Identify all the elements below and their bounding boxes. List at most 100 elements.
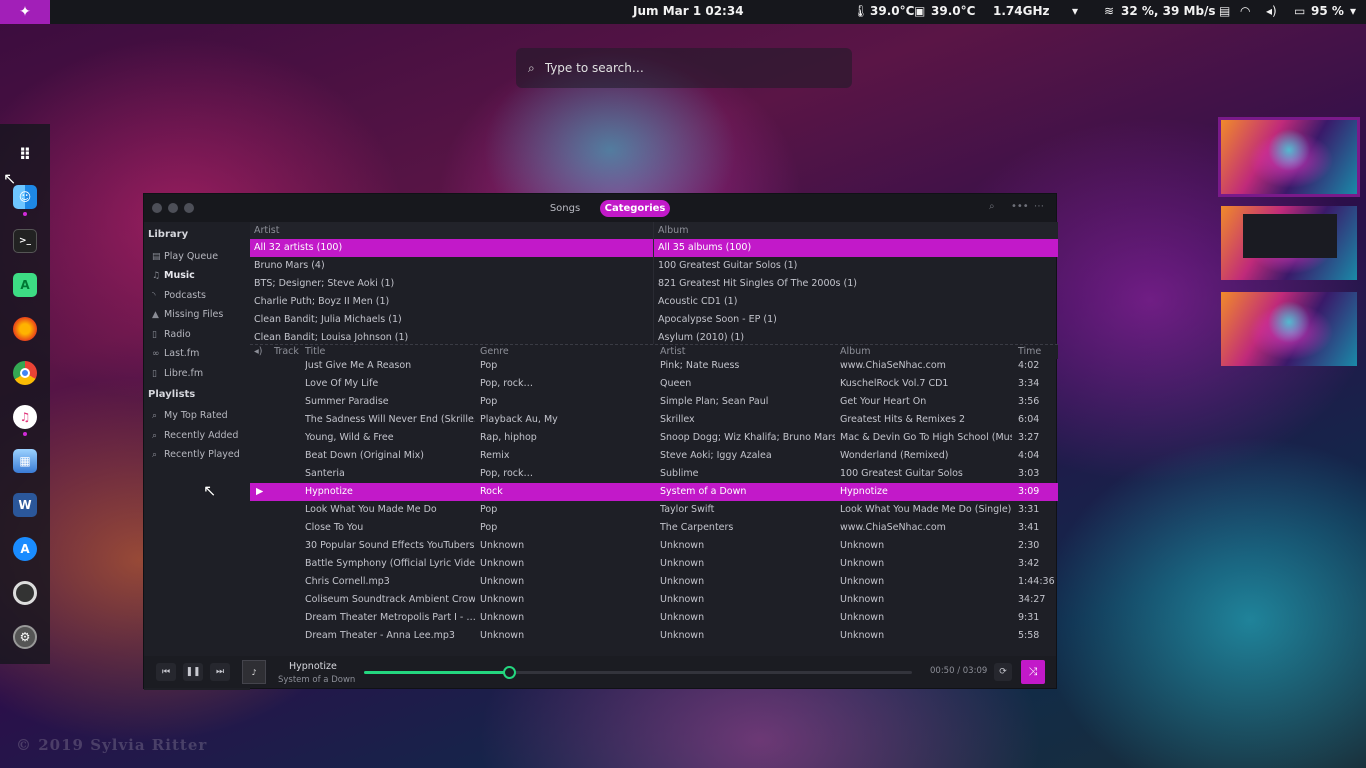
table-row[interactable]: Coliseum Soundtrack Ambient Crowd … Unkno… (250, 591, 1058, 609)
table-row[interactable]: Chris Cornell.mp3 Unknown Unknown Unknown 1:… (250, 573, 1058, 591)
word-icon[interactable]: W (13, 493, 37, 517)
list-item[interactable]: Apocalypse Soon - EP (1) (654, 311, 1058, 329)
repeat-button[interactable]: ⟳ (994, 663, 1012, 681)
clock[interactable]: Jum Mar 1 02:34 (633, 4, 744, 18)
options-icon[interactable]: ••• (1011, 201, 1029, 212)
table-row[interactable]: Young, Wild & Free Rap, hiphop Snoop Dogg;… (250, 429, 1058, 447)
column-header-genre[interactable]: Genre (480, 346, 509, 357)
android-studio-icon[interactable]: A (13, 273, 37, 297)
app-store-icon[interactable]: A (13, 537, 37, 561)
list-item[interactable]: Bruno Mars (4) (250, 257, 653, 275)
close-window-button[interactable] (152, 203, 162, 213)
search-icon: ⌕ (528, 60, 535, 75)
sidebar-item-missing-files[interactable]: ▲ Missing Files (152, 309, 223, 320)
next-track-button[interactable]: ⏭ (210, 663, 230, 681)
minimize-window-button[interactable] (168, 203, 178, 213)
sidebar-item-podcasts[interactable]: ◝ Podcasts (152, 290, 206, 301)
search-input[interactable] (544, 61, 825, 75)
chevron-down-icon[interactable]: ▾ (1350, 4, 1356, 18)
sidebar-item-lastfm[interactable]: ∞ Last.fm (152, 348, 199, 359)
track-album: Greatest Hits & Remixes 2 (840, 414, 965, 425)
search-bar[interactable]: ⌕ (516, 48, 852, 88)
maximize-window-button[interactable] (184, 203, 194, 213)
column-header-track[interactable]: Track (274, 346, 299, 357)
progress-bar[interactable] (364, 666, 912, 679)
column-header-title[interactable]: Title (305, 346, 325, 357)
list-item[interactable]: Acoustic CD1 (1) (654, 293, 1058, 311)
shuffle-button[interactable]: ⤨ (1021, 660, 1045, 684)
temperature-1[interactable]: 39.0°C (870, 4, 914, 18)
table-row[interactable]: Just Give Me A Reason Pop Pink; Nate Ruess… (250, 357, 1058, 375)
list-item[interactable]: Clean Bandit; Julia Michaels (1) (250, 311, 653, 329)
table-row[interactable]: The Sadness Will Never End (Skrille… Play… (250, 411, 1058, 429)
clipboard-icon[interactable]: ▤ (1219, 4, 1230, 18)
disk-utility-icon[interactable] (13, 581, 37, 605)
sidebar-item-recently-added[interactable]: ⌕ Recently Added (152, 430, 238, 441)
sidebar-item-my-top-rated[interactable]: ⌕ My Top Rated (152, 410, 228, 421)
table-row[interactable]: ▶ Hypnotize Rock System of a Down Hypnotize 3… (250, 483, 1058, 501)
finder-icon[interactable]: ☺ (13, 185, 37, 209)
previous-track-button[interactable]: ⏮ (156, 663, 176, 681)
table-row[interactable]: Santeria Pop, rock… Sublime 100 Greatest Gu… (250, 465, 1058, 483)
column-header-album[interactable]: Album (840, 346, 870, 357)
search-icon[interactable]: ⌕ (989, 201, 995, 212)
list-item[interactable]: 100 Greatest Guitar Solos (1) (654, 257, 1058, 275)
table-row[interactable]: Close To You Pop The Carpenters www.ChiaSeN… (250, 519, 1058, 537)
sidebar-item-radio[interactable]: ▯ Radio (152, 329, 191, 340)
network-speed[interactable]: 32 %, 39 Mb/s (1121, 4, 1216, 18)
sidebar-item-recently-played[interactable]: ⌕ Recently Played (152, 449, 240, 460)
list-item[interactable]: All 32 artists (100) (250, 239, 653, 257)
volume-icon[interactable]: ◂) (1266, 4, 1277, 18)
list-item[interactable]: Charlie Puth; Boyz II Men (1) (250, 293, 653, 311)
smart-playlist-icon: ⌕ (152, 450, 158, 460)
table-row[interactable]: Look What You Made Me Do Pop Taylor Swift L… (250, 501, 1058, 519)
mouse-pointer-icon: ↖ (203, 481, 217, 500)
sidebar-item-play-queue[interactable]: ▤ Play Queue (152, 251, 218, 262)
list-item[interactable]: BTS; Designer; Steve Aoki (1) (250, 275, 653, 293)
tab-songs[interactable]: Songs (540, 200, 590, 217)
chrome-icon[interactable] (13, 361, 37, 385)
progress-handle[interactable] (503, 666, 517, 679)
smart-playlist-icon: ⌕ (152, 431, 158, 441)
artist-column-header[interactable]: Artist (250, 222, 653, 239)
activities-logo-icon[interactable]: ✦ (0, 0, 50, 24)
album-column-header[interactable]: Album (654, 222, 1058, 239)
table-row[interactable]: 30 Popular Sound Effects YouTubers… Unkno… (250, 537, 1058, 555)
firefox-icon[interactable] (13, 317, 37, 341)
itunes-icon[interactable]: ♫ (13, 405, 37, 429)
album-art[interactable]: ♪ (242, 660, 266, 684)
terminal-icon[interactable]: >_ (13, 229, 37, 253)
preview-icon[interactable]: ▦ (13, 449, 37, 473)
table-row[interactable]: Love Of My Life Pop, rock… Queen KuschelRoc… (250, 375, 1058, 393)
column-header-time[interactable]: Time (1018, 346, 1041, 357)
track-artist: System of a Down (660, 486, 747, 497)
list-item[interactable]: All 35 albums (100) (654, 239, 1058, 257)
settings-gear-icon[interactable]: ⚙ (13, 625, 37, 649)
battery-icon[interactable]: ▭ (1294, 4, 1305, 18)
music-player-window: Songs Categories ⌕ ••• ⋯ Library ▤ Play Q… (143, 193, 1058, 690)
tab-categories[interactable]: Categories (600, 200, 670, 217)
table-row[interactable]: Battle Symphony (Official Lyric Vide… Unk… (250, 555, 1058, 573)
track-list[interactable]: ◂) Track Title Genre Artist Album Time S… (250, 344, 1058, 656)
running-indicator (23, 432, 27, 436)
chevron-down-icon[interactable]: ▾ (1072, 4, 1078, 18)
table-row[interactable]: Dream Theater Metropolis Part I - … Unkno… (250, 609, 1058, 627)
wifi-icon[interactable]: ◠ (1240, 4, 1250, 18)
menu-icon[interactable]: ⋯ (1034, 201, 1044, 212)
table-row[interactable]: Dream Theater - Anna Lee.mp3 Unknown Unkno… (250, 627, 1058, 645)
workspace-thumbnail-1[interactable] (1218, 117, 1360, 197)
workspace-thumbnail-2[interactable] (1221, 206, 1357, 280)
cpu-frequency[interactable]: 1.74GHz (993, 4, 1049, 18)
sidebar-item-music[interactable]: ♫ Music (152, 270, 195, 281)
temperature-2[interactable]: 39.0°C (931, 4, 975, 18)
pause-button[interactable]: ❚❚ (183, 663, 203, 681)
list-item[interactable]: 821 Greatest Hit Singles Of The 2000s (1… (654, 275, 1058, 293)
table-row[interactable]: Summer Paradise Pop Simple Plan; Sean Paul… (250, 393, 1058, 411)
column-header-artist[interactable]: Artist (660, 346, 685, 357)
battery-percent[interactable]: 95 % (1311, 4, 1344, 18)
table-row[interactable]: Beat Down (Original Mix) Remix Steve Aoki;… (250, 447, 1058, 465)
workspace-thumbnail-3[interactable] (1221, 292, 1357, 366)
title-bar: Songs Categories ⌕ ••• ⋯ (144, 194, 1056, 222)
app-grid-icon[interactable]: ⠿ (13, 142, 37, 166)
sidebar-item-librefm[interactable]: ▯ Libre.fm (152, 368, 203, 379)
